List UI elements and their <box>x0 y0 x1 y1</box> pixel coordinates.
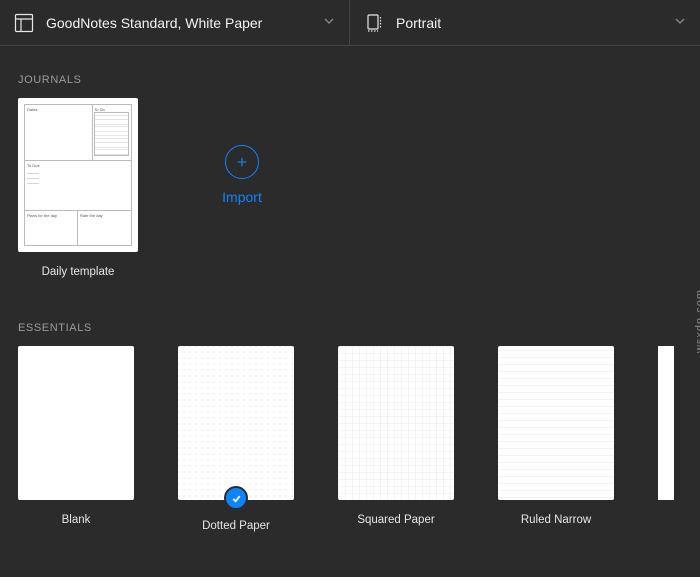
essentials-row: Blank Dotted Paper Squared Paper Ruled N… <box>0 346 700 532</box>
plus-icon <box>225 145 259 179</box>
template-squared[interactable]: Squared Paper <box>338 346 454 526</box>
chevron-down-icon <box>323 14 335 32</box>
template-blank-label: Blank <box>62 514 91 526</box>
import-label: Import <box>222 189 262 205</box>
template-blank-thumb <box>18 346 134 500</box>
template-squared-thumb <box>338 346 454 500</box>
journals-section-header: JOURNALS <box>0 46 700 98</box>
template-daily-thumb: Dates To Do To Dos ——— ——— ——— Plans for… <box>18 98 138 252</box>
template-dotted-label: Dotted Paper <box>202 520 270 532</box>
template-set-label: GoodNotes Standard, White Paper <box>46 15 323 31</box>
orientation-label: Portrait <box>396 15 674 31</box>
template-ruled-narrow[interactable]: Ruled Narrow <box>498 346 614 526</box>
journals-row: Dates To Do To Dos ——— ——— ——— Plans for… <box>0 98 700 278</box>
selected-check-icon <box>224 486 248 510</box>
chevron-down-icon <box>674 14 686 32</box>
template-squared-label: Squared Paper <box>357 514 434 526</box>
template-daily[interactable]: Dates To Do To Dos ——— ——— ——— Plans for… <box>18 98 138 278</box>
essentials-section-header: ESSENTIALS <box>0 278 700 346</box>
orientation-dropdown[interactable]: Portrait <box>350 0 700 45</box>
template-dotted-thumb <box>178 346 294 500</box>
template-set-dropdown[interactable]: GoodNotes Standard, White Paper <box>0 0 350 45</box>
template-overflow-thumb <box>658 346 674 500</box>
template-ruled-narrow-label: Ruled Narrow <box>521 514 591 526</box>
template-ruled-narrow-thumb <box>498 346 614 500</box>
template-blank[interactable]: Blank <box>18 346 134 526</box>
template-overflow[interactable] <box>658 346 674 500</box>
import-button[interactable]: Import <box>182 98 302 252</box>
template-daily-label: Daily template <box>42 266 115 278</box>
template-dotted[interactable]: Dotted Paper <box>178 346 294 532</box>
template-set-icon <box>14 13 34 33</box>
orientation-icon <box>364 13 384 33</box>
top-bar: GoodNotes Standard, White Paper Portrait <box>0 0 700 46</box>
